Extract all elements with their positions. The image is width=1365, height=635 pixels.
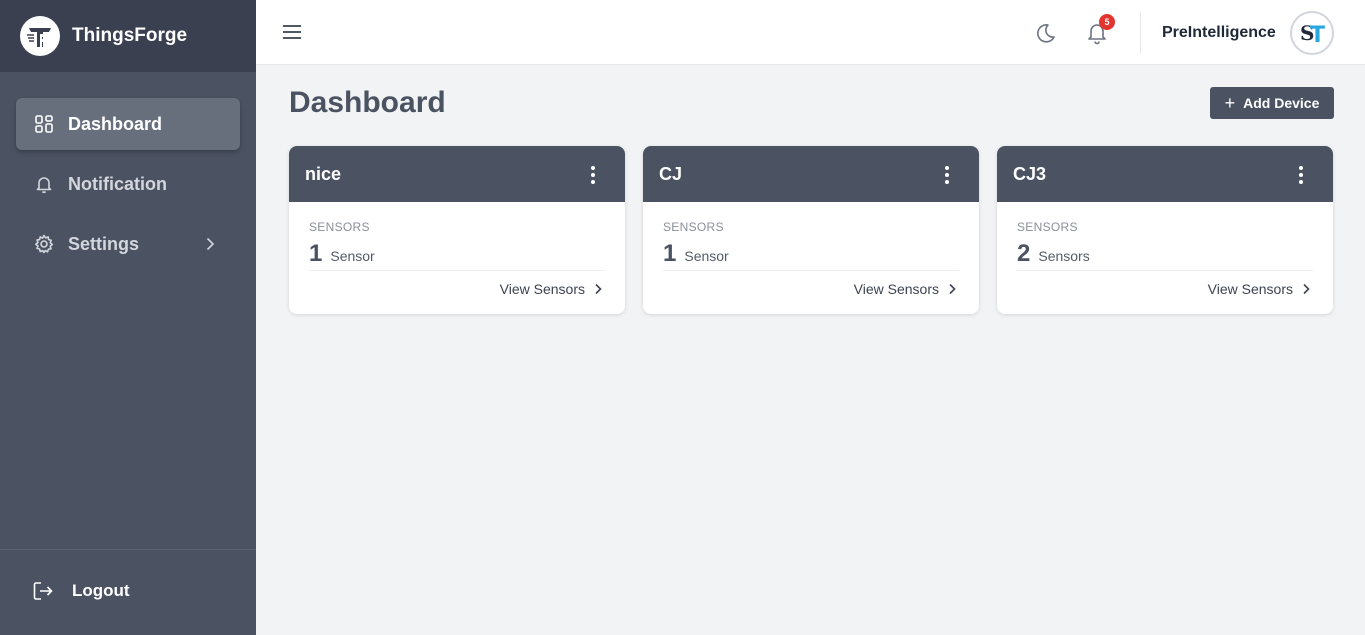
chevron-right-icon xyxy=(200,234,220,254)
more-options-icon[interactable] xyxy=(941,166,953,184)
device-name: CJ3 xyxy=(1013,163,1047,184)
topbar: 5 PreIntelligence S T xyxy=(256,0,1365,65)
sensor-unit: Sensor xyxy=(684,248,729,264)
view-sensors-label: View Sensors xyxy=(499,281,585,297)
view-sensors-label: View Sensors xyxy=(1207,281,1293,297)
sensor-count: 1 xyxy=(309,240,323,267)
device-card-body: SENSORS 1 Sensor View Sensors xyxy=(643,202,979,297)
sensor-count: 1 xyxy=(663,240,677,267)
sensor-count-row: 2 Sensors xyxy=(1017,240,1313,271)
add-device-label: Add Device xyxy=(1243,95,1320,111)
device-card-header: CJ3 xyxy=(997,146,1333,202)
device-card-body: SENSORS 2 Sensors View Sensors xyxy=(997,202,1333,297)
device-card: CJ3 SENSORS 2 Sensors View Sensors xyxy=(997,146,1333,314)
brand-name: ThingsForge xyxy=(72,25,188,46)
sidebar-item-label: Settings xyxy=(68,233,140,254)
sensors-label: SENSORS xyxy=(309,220,370,234)
notification-count-badge: 5 xyxy=(1099,14,1115,30)
view-sensors-label: View Sensors xyxy=(853,281,939,297)
sidebar-item-label: Notification xyxy=(68,173,167,194)
hamburger-menu-icon[interactable] xyxy=(282,22,302,42)
grid-icon xyxy=(34,114,54,134)
topbar-divider xyxy=(1140,12,1141,54)
device-name: CJ xyxy=(659,163,683,184)
avatar[interactable]: S T xyxy=(1290,11,1334,55)
device-card-header: nice xyxy=(289,146,625,202)
dark-mode-moon-icon[interactable] xyxy=(1034,22,1056,44)
gear-icon xyxy=(34,234,54,254)
sidebar-divider xyxy=(0,549,256,550)
sidebar-item-notification[interactable]: Notification xyxy=(16,158,240,210)
avatar-initial-t: T xyxy=(1310,23,1325,48)
chevron-right-icon xyxy=(1299,282,1313,296)
device-card: nice SENSORS 1 Sensor View Sensors xyxy=(289,146,625,314)
sensors-label: SENSORS xyxy=(1017,220,1078,234)
user-name[interactable]: PreIntelligence xyxy=(1162,24,1276,42)
plus-icon: + xyxy=(1224,92,1236,113)
sensor-unit: Sensors xyxy=(1038,248,1090,264)
chevron-right-icon xyxy=(945,282,959,296)
sidebar-item-settings[interactable]: Settings xyxy=(16,218,240,270)
view-sensors-link[interactable]: View Sensors xyxy=(663,281,959,297)
view-sensors-link[interactable]: View Sensors xyxy=(1017,281,1313,297)
add-device-button[interactable]: + Add Device xyxy=(1210,87,1334,119)
thingsforge-logo-icon xyxy=(20,16,60,56)
sidebar: ThingsForge Dashboard Notification Setti… xyxy=(0,0,256,635)
logout-icon xyxy=(32,580,54,602)
device-card: CJ SENSORS 1 Sensor View Sensors xyxy=(643,146,979,314)
device-card-body: SENSORS 1 Sensor View Sensors xyxy=(289,202,625,297)
bell-icon xyxy=(34,174,54,194)
sidebar-nav: Dashboard Notification Settings xyxy=(0,72,256,270)
more-options-icon[interactable] xyxy=(587,166,599,184)
logout-button[interactable]: Logout xyxy=(32,580,130,602)
page-title: Dashboard xyxy=(289,86,446,119)
sensor-count-row: 1 Sensor xyxy=(663,240,959,271)
sensors-label: SENSORS xyxy=(663,220,724,234)
device-card-header: CJ xyxy=(643,146,979,202)
sensor-count: 2 xyxy=(1017,240,1031,267)
chevron-right-icon xyxy=(591,282,605,296)
device-name: nice xyxy=(305,163,342,184)
sensor-unit: Sensor xyxy=(330,248,375,264)
more-options-icon[interactable] xyxy=(1295,166,1307,184)
sidebar-item-dashboard[interactable]: Dashboard xyxy=(16,98,240,150)
view-sensors-link[interactable]: View Sensors xyxy=(309,281,605,297)
sensor-count-row: 1 Sensor xyxy=(309,240,605,271)
logout-label: Logout xyxy=(72,581,130,600)
brand[interactable]: ThingsForge xyxy=(0,0,256,72)
sidebar-item-label: Dashboard xyxy=(68,113,163,134)
